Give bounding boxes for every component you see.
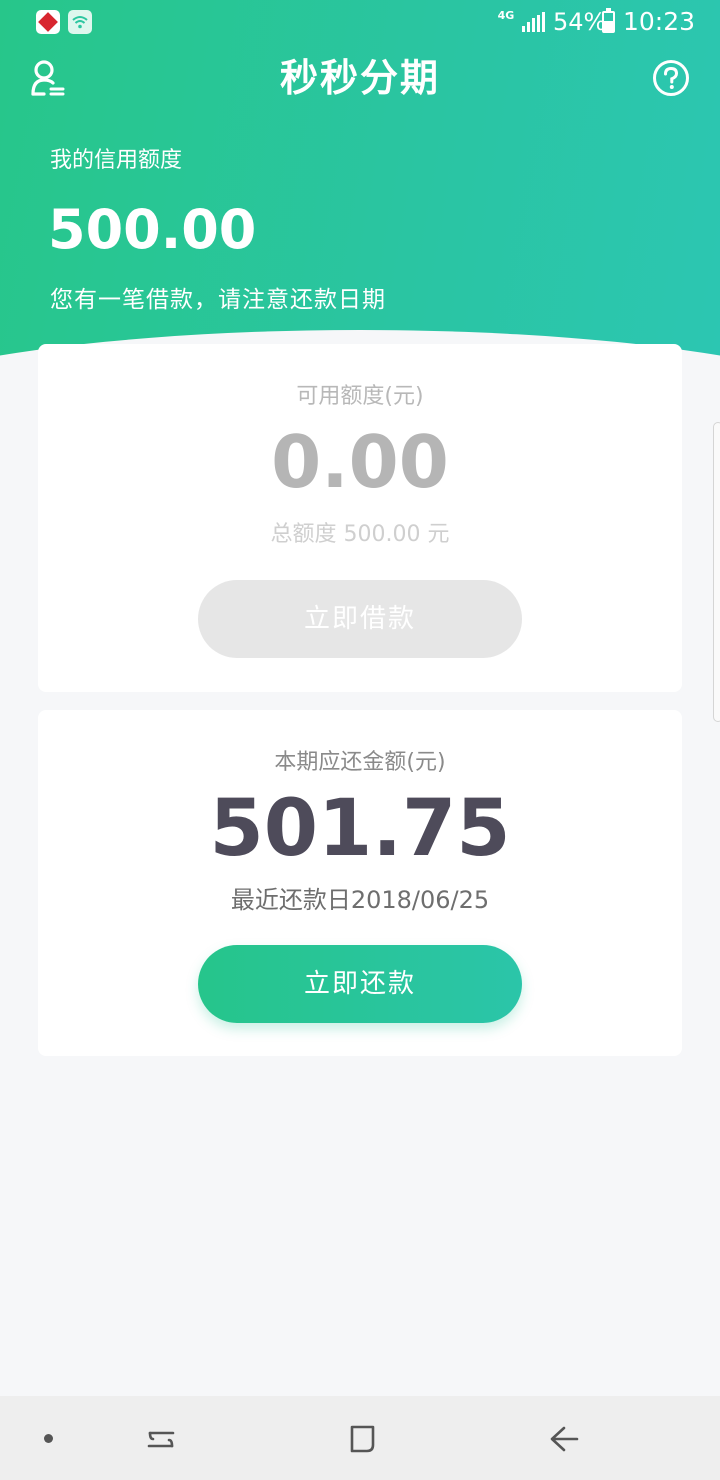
back-icon[interactable] (548, 1424, 580, 1454)
total-credit-text: 总额度 500.00 元 (270, 522, 450, 547)
nav-dot-icon[interactable] (44, 1434, 53, 1443)
status-bar: 4G 54% 10:23 (0, 0, 720, 44)
app-notification-icon (36, 10, 60, 34)
repayment-amount: 501.75 (209, 784, 511, 874)
network-type: 4G (497, 9, 515, 22)
repayment-card: 本期应还金额(元) 501.75 最近还款日2018/06/25 立即还款 (38, 710, 682, 1056)
home-icon[interactable] (346, 1423, 378, 1455)
available-credit-label: 可用额度(元) (296, 384, 424, 409)
battery-percentage: 54% (553, 8, 607, 36)
edge-panel-handle[interactable] (713, 422, 720, 722)
available-credit-amount: 0.00 (271, 420, 449, 504)
system-nav-bar (0, 1396, 720, 1480)
due-date-text: 最近还款日2018/06/25 (230, 886, 490, 914)
battery-icon (602, 8, 615, 33)
available-credit-card: 可用额度(元) 0.00 总额度 500.00 元 立即借款 (38, 344, 682, 692)
signal-icon (522, 12, 545, 32)
clock: 10:23 (623, 7, 696, 36)
repayment-amount-label: 本期应还金额(元) (274, 750, 446, 775)
app-title: 秒秒分期 (279, 56, 440, 100)
user-icon[interactable] (30, 58, 66, 100)
wifi-notification-icon (68, 10, 92, 34)
credit-limit-label: 我的信用额度 (50, 148, 183, 173)
help-icon[interactable] (652, 59, 690, 97)
recent-apps-icon[interactable] (144, 1424, 178, 1454)
repay-now-button[interactable]: 立即还款 (198, 945, 522, 1023)
credit-limit-amount: 500.00 (48, 198, 257, 261)
borrow-now-button[interactable]: 立即借款 (198, 580, 522, 658)
loan-notice: 您有一笔借款，请注意还款日期 (50, 287, 386, 313)
